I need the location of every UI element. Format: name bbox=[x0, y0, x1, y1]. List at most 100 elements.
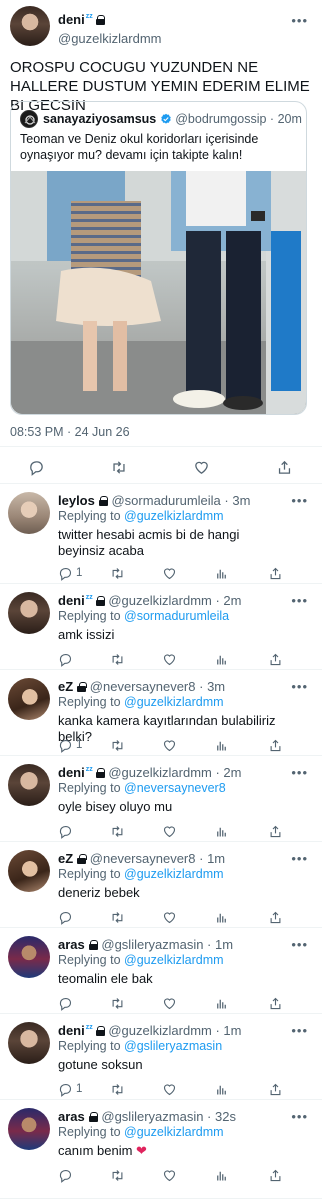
replying-to-link[interactable]: @guzelkizlardmm bbox=[124, 867, 224, 881]
divider bbox=[0, 1013, 322, 1014]
like-icon[interactable] bbox=[162, 1167, 177, 1183]
reply-icon[interactable]: 1 bbox=[58, 565, 82, 581]
quote-text: Teoman ve Deniz okul koridorları içerisi… bbox=[20, 132, 259, 162]
share-icon[interactable] bbox=[276, 459, 293, 476]
retweet-icon[interactable] bbox=[110, 1167, 125, 1183]
reply-icon[interactable]: 1 bbox=[58, 737, 82, 753]
tweet-timestamp: 08:53 PM · 24 Jun 26 bbox=[10, 425, 130, 439]
views-icon[interactable] bbox=[214, 565, 229, 581]
replying-to-link[interactable]: @guzelkizlardmm bbox=[124, 1125, 224, 1139]
reply-handle[interactable]: @guzelkizlardmm bbox=[108, 1023, 212, 1038]
more-icon[interactable]: ••• bbox=[291, 1109, 308, 1124]
avatar[interactable] bbox=[8, 592, 50, 634]
avatar[interactable] bbox=[8, 850, 50, 892]
more-icon[interactable]: ••• bbox=[291, 937, 308, 952]
retweet-icon[interactable] bbox=[110, 651, 125, 667]
share-icon[interactable] bbox=[268, 565, 283, 581]
avatar[interactable] bbox=[10, 6, 50, 46]
reply-icon[interactable]: 1 bbox=[58, 1081, 82, 1097]
reply-handle[interactable]: @gslileryazmasin bbox=[101, 1109, 203, 1124]
reply-text: amk issizi bbox=[58, 627, 115, 642]
more-icon[interactable]: ••• bbox=[291, 679, 308, 694]
retweet-icon[interactable] bbox=[110, 823, 125, 839]
more-icon[interactable]: ••• bbox=[291, 13, 308, 28]
reply-author-name[interactable]: aras bbox=[58, 1109, 85, 1124]
quote-photo[interactable] bbox=[11, 171, 306, 414]
views-icon[interactable] bbox=[214, 1081, 229, 1097]
reply-time: 2m bbox=[223, 593, 242, 608]
share-icon[interactable] bbox=[268, 995, 283, 1011]
replying-to-link[interactable]: @neversaynever8 bbox=[124, 781, 226, 795]
avatar[interactable] bbox=[8, 764, 50, 806]
retweet-icon[interactable] bbox=[110, 1081, 125, 1097]
reply-author-name[interactable]: eZ bbox=[58, 679, 73, 694]
avatar[interactable] bbox=[8, 1022, 50, 1064]
retweet-icon[interactable] bbox=[110, 737, 125, 753]
views-icon[interactable] bbox=[214, 823, 229, 839]
like-icon[interactable] bbox=[162, 651, 177, 667]
like-icon[interactable] bbox=[162, 909, 177, 925]
replying-to: Replying to @guzelkizlardmm bbox=[58, 953, 224, 967]
views-icon[interactable] bbox=[214, 909, 229, 925]
reply-author-name[interactable]: eZ bbox=[58, 851, 73, 866]
reply-handle[interactable]: @guzelkizlardmm bbox=[108, 765, 212, 780]
reply-handle[interactable]: @neversaynever8 bbox=[90, 679, 196, 694]
replying-to-link[interactable]: @sormadurumleila bbox=[124, 609, 229, 623]
share-icon[interactable] bbox=[268, 737, 283, 753]
reply-author-name[interactable]: deni bbox=[58, 593, 85, 608]
reply-author-name[interactable]: deni bbox=[58, 1023, 85, 1038]
more-icon[interactable]: ••• bbox=[291, 593, 308, 608]
share-icon[interactable] bbox=[268, 823, 283, 839]
like-icon[interactable] bbox=[193, 459, 210, 476]
more-icon[interactable]: ••• bbox=[291, 765, 308, 780]
more-icon[interactable]: ••• bbox=[291, 493, 308, 508]
reply-author-name[interactable]: leylos bbox=[58, 493, 95, 508]
like-icon[interactable] bbox=[162, 995, 177, 1011]
reply-handle[interactable]: @sormadurumleila bbox=[111, 493, 220, 508]
reply-handle[interactable]: @neversaynever8 bbox=[90, 851, 196, 866]
like-icon[interactable] bbox=[162, 737, 177, 753]
reply-icon[interactable] bbox=[28, 459, 45, 476]
avatar[interactable] bbox=[8, 936, 50, 978]
lock-icon bbox=[95, 1026, 106, 1036]
lock-icon bbox=[77, 854, 87, 864]
reply-author-name[interactable]: aras bbox=[58, 937, 85, 952]
views-icon[interactable] bbox=[214, 737, 229, 753]
more-icon[interactable]: ••• bbox=[291, 1023, 308, 1038]
like-icon[interactable] bbox=[162, 823, 177, 839]
views-icon[interactable] bbox=[214, 651, 229, 667]
avatar[interactable] bbox=[8, 1108, 50, 1150]
retweet-icon[interactable] bbox=[110, 459, 128, 476]
reply-icon[interactable] bbox=[58, 651, 76, 667]
replying-to-link[interactable]: @guzelkizlardmm bbox=[124, 953, 224, 967]
reply-icon[interactable] bbox=[58, 909, 76, 925]
reply-author-name[interactable]: deni bbox=[58, 765, 85, 780]
reply-handle[interactable]: @guzelkizlardmm bbox=[108, 593, 212, 608]
share-icon[interactable] bbox=[268, 1167, 283, 1183]
reply-icon[interactable] bbox=[58, 1167, 76, 1183]
like-icon[interactable] bbox=[162, 565, 177, 581]
avatar[interactable] bbox=[8, 678, 50, 720]
author-handle[interactable]: @guzelkizlardmm bbox=[58, 31, 162, 46]
like-icon[interactable] bbox=[162, 1081, 177, 1097]
more-icon[interactable]: ••• bbox=[291, 851, 308, 866]
reply-icon[interactable] bbox=[58, 995, 76, 1011]
share-icon[interactable] bbox=[268, 909, 283, 925]
divider bbox=[0, 583, 322, 584]
replying-to-link[interactable]: @guzelkizlardmm bbox=[124, 695, 224, 709]
replying-to-link[interactable]: @guzelkizlardmm bbox=[124, 509, 224, 523]
reply-icon[interactable] bbox=[58, 823, 76, 839]
share-icon[interactable] bbox=[268, 1081, 283, 1097]
avatar bbox=[20, 110, 38, 128]
retweet-icon[interactable] bbox=[110, 995, 125, 1011]
retweet-icon[interactable] bbox=[110, 565, 125, 581]
replying-to: Replying to @guzelkizlardmm bbox=[58, 695, 224, 709]
replying-to-link[interactable]: @gslileryazmasin bbox=[124, 1039, 222, 1053]
share-icon[interactable] bbox=[268, 651, 283, 667]
avatar[interactable] bbox=[8, 492, 50, 534]
author-name[interactable]: deni bbox=[58, 12, 85, 27]
views-icon[interactable] bbox=[214, 995, 229, 1011]
reply-handle[interactable]: @gslileryazmasin bbox=[101, 937, 203, 952]
views-icon[interactable] bbox=[214, 1167, 229, 1183]
retweet-icon[interactable] bbox=[110, 909, 125, 925]
